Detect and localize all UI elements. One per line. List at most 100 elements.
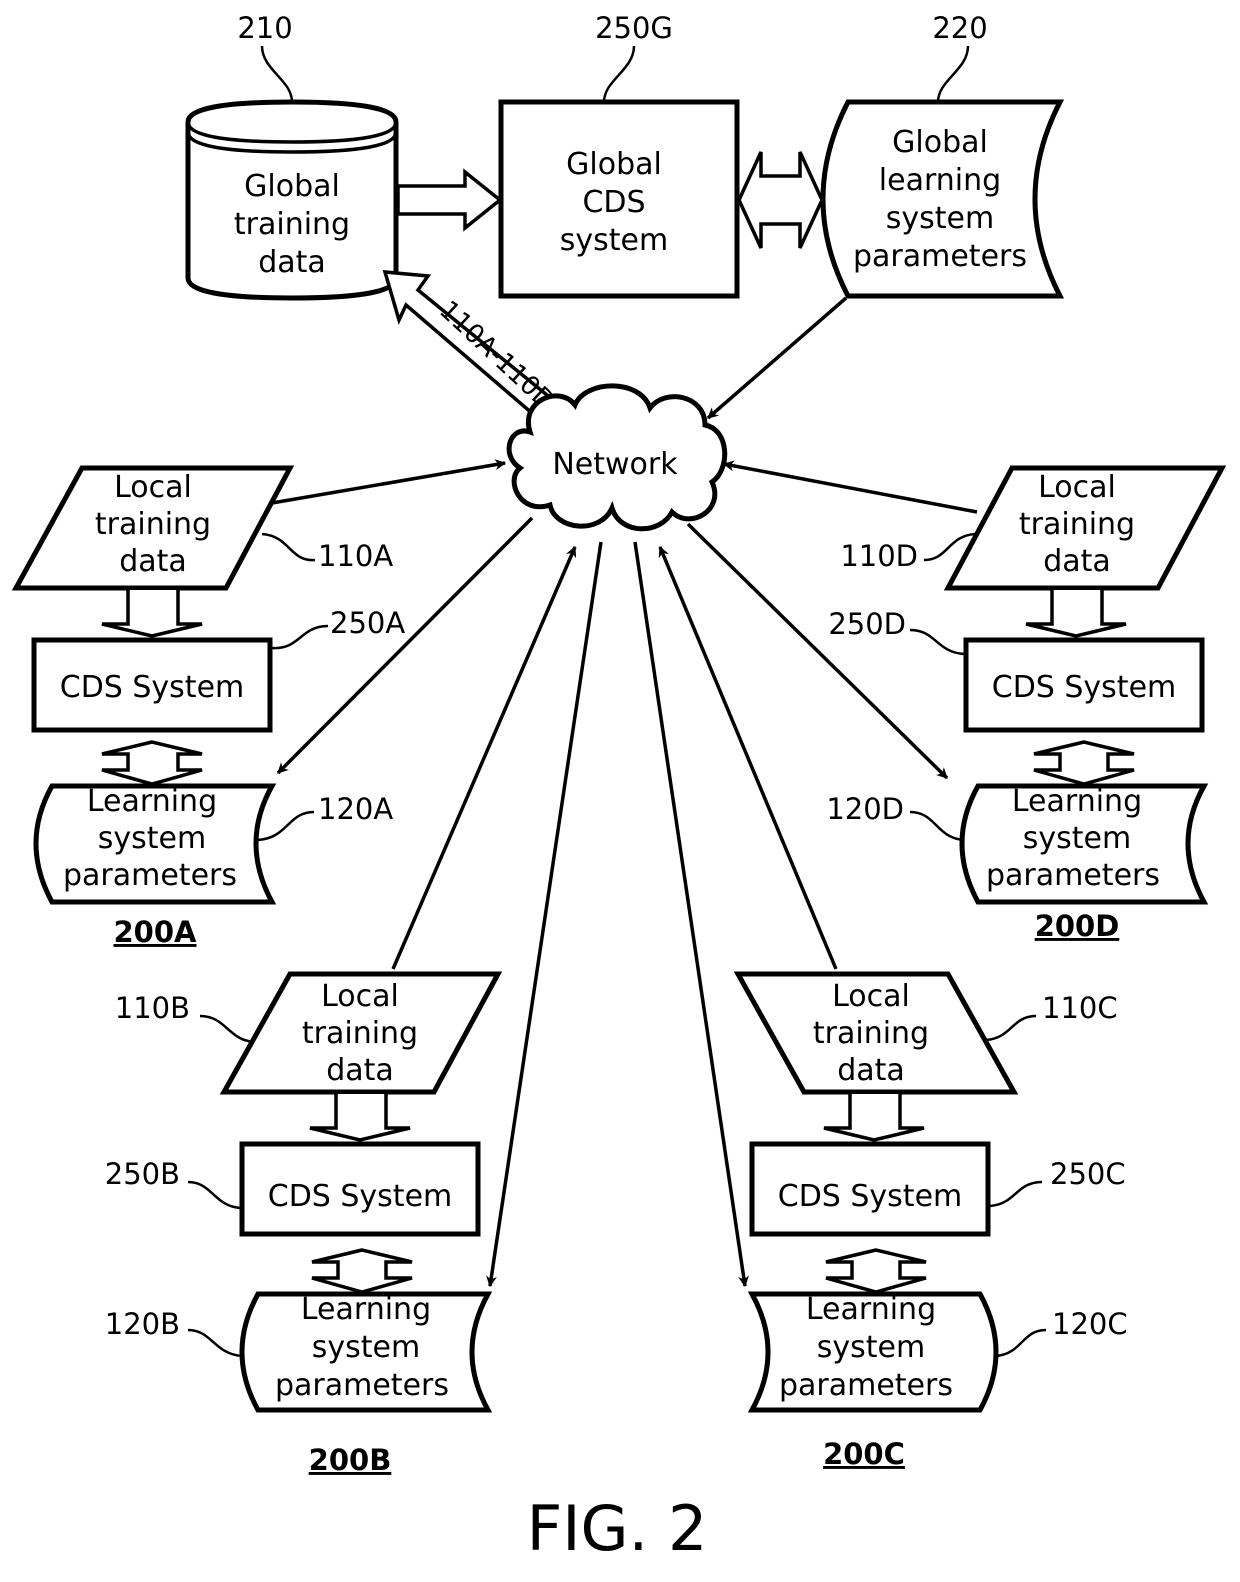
site-c-cds-label: CDS System [778, 1179, 963, 1214]
ref-120a-leader [257, 810, 315, 842]
ref-250d: 250D [828, 607, 906, 641]
site-d-cds-system[interactable]: CDS System [963, 637, 1205, 733]
site-c-data-line-1: Local [832, 979, 910, 1014]
global-cds-system-box[interactable]: Global CDS system [498, 99, 740, 299]
site-a-learning-parameters[interactable]: Learning system parameters [33, 783, 277, 905]
global-training-data-line-3: data [258, 245, 326, 280]
site-d-params-line-2: system [1023, 821, 1131, 856]
network-label: Network [552, 447, 678, 482]
site-d-data-to-cds-arrow [1025, 590, 1127, 638]
federated-learning-diagram: Global training data 210 Global CDS syst… [11, 11, 1227, 1565]
ref-210: 210 [237, 11, 292, 45]
site-c-data-line-3: data [837, 1053, 905, 1088]
site-b-cds-system[interactable]: CDS System [239, 1141, 481, 1237]
site-a-cds-params-double-arrow [101, 740, 203, 786]
figure-caption: FIG. 2 [527, 1492, 708, 1565]
ref-110a: 110A [318, 539, 393, 573]
site-d-group-label: 200D [1035, 909, 1120, 943]
site-b-local-training-data[interactable]: Local training data [219, 971, 503, 1095]
site-c-data-to-cds-arrow [823, 1094, 925, 1142]
ref-110d: 110D [840, 539, 918, 573]
global-params-line-4: parameters [853, 239, 1027, 274]
site-d-learning-parameters[interactable]: Learning system parameters [959, 783, 1209, 905]
site-a-local-training-data[interactable]: Local training data [11, 465, 295, 591]
site-a-params-line-2: system [98, 821, 206, 856]
site-d-data-line-2: training [1019, 507, 1135, 542]
global-training-data-line-2: training [234, 207, 350, 242]
site-b-params-line-1: Learning [301, 1292, 431, 1327]
ref-220-leader [936, 45, 970, 103]
ref-120c-leader [995, 1328, 1047, 1358]
ref-110c-leader [985, 1014, 1037, 1042]
site-a: Local training data 110A CDS System 250A… [11, 465, 405, 949]
site-c-local-training-data[interactable]: Local training data [733, 971, 1019, 1095]
site-a-cds-label: CDS System [60, 670, 245, 705]
site-c-params-line-2: system [817, 1330, 925, 1365]
ref-250a: 250A [330, 606, 405, 640]
site-d-params-line-1: Learning [1012, 784, 1142, 819]
site-a-group-label: 200A [114, 915, 198, 949]
ref-110c: 110C [1042, 991, 1118, 1025]
site-a-params-line-1: Learning [87, 784, 217, 819]
ref-120b-leader [187, 1328, 243, 1358]
global-cds-line-3: system [560, 223, 668, 258]
network-cloud[interactable]: Network [506, 383, 728, 532]
ref-110a-leader [261, 532, 316, 562]
site-c-learning-parameters[interactable]: Learning system parameters [747, 1291, 999, 1413]
site-c-params-line-1: Learning [806, 1292, 936, 1327]
site-c-cds-system[interactable]: CDS System [749, 1141, 991, 1237]
site-b-params-line-2: system [312, 1330, 420, 1365]
global-cds-line-1: Global [566, 147, 662, 182]
site-b-data-line-3: data [326, 1053, 394, 1088]
site-b-params-line-3: parameters [275, 1368, 449, 1403]
site-c-params-line-3: parameters [779, 1368, 953, 1403]
ref-250a-leader [271, 624, 329, 650]
ref-120a: 120A [318, 792, 393, 826]
site-c: Local training data 110C CDS System 250C… [733, 971, 1128, 1471]
site-b-data-line-2: training [302, 1016, 418, 1051]
ref-250b: 250B [105, 1157, 180, 1191]
site-b-learning-parameters[interactable]: Learning system parameters [239, 1291, 493, 1413]
network-to-site-c-params-arrow [633, 541, 749, 1288]
ref-120d-leader [909, 810, 965, 842]
site-a-data-line-1: Local [114, 470, 192, 505]
ref-210-leader [260, 45, 294, 103]
site-b-data-line-1: Local [321, 979, 399, 1014]
global-training-data-cylinder[interactable]: Global training data [185, 99, 399, 301]
site-a-data-to-network-arrow [271, 459, 507, 505]
site-a-data-line-2: training [95, 507, 211, 542]
ref-120b: 120B [105, 1307, 180, 1341]
site-a-cds-system[interactable]: CDS System [31, 637, 273, 733]
site-b-cds-label: CDS System [268, 1179, 453, 1214]
site-b-data-to-cds-arrow [309, 1094, 411, 1142]
global-parameters-store[interactable]: Global learning system parameters [820, 99, 1065, 299]
site-d-data-to-network-arrow [722, 460, 978, 514]
site-a-data-to-cds-arrow [101, 590, 203, 638]
global-params-line-1: Global [892, 125, 988, 160]
ref-110b: 110B [115, 991, 190, 1025]
global-params-line-2: learning [879, 163, 1001, 198]
site-d-params-line-3: parameters [986, 858, 1160, 893]
ref-120d: 120D [826, 792, 904, 826]
site-d-data-line-1: Local [1038, 470, 1116, 505]
data-to-global-cds-arrow [396, 168, 503, 232]
site-c-data-line-2: training [813, 1016, 929, 1051]
site-b-group-label: 200B [309, 1443, 392, 1477]
site-c-group-label: 200C [823, 1437, 905, 1471]
global-cds-params-double-arrow [737, 151, 824, 249]
site-d-cds-label: CDS System [992, 670, 1177, 705]
site-d: Local training data 110D CDS System 250D… [826, 465, 1227, 943]
ref-110b-leader [199, 1014, 255, 1044]
site-d-local-training-data[interactable]: Local training data [943, 465, 1227, 591]
site-c-cds-params-double-arrow [825, 1248, 927, 1294]
site-d-cds-params-double-arrow [1033, 740, 1135, 786]
ref-250c-leader [989, 1180, 1043, 1208]
site-a-params-line-3: parameters [63, 858, 237, 893]
ref-220: 220 [932, 11, 987, 45]
ref-250d-leader [909, 628, 965, 656]
ref-250b-leader [187, 1180, 241, 1210]
global-cds-line-2: CDS [582, 185, 645, 220]
site-c-data-to-network-arrow [658, 545, 838, 970]
ref-250g: 250G [595, 11, 673, 45]
site-b-cds-params-double-arrow [311, 1248, 413, 1294]
